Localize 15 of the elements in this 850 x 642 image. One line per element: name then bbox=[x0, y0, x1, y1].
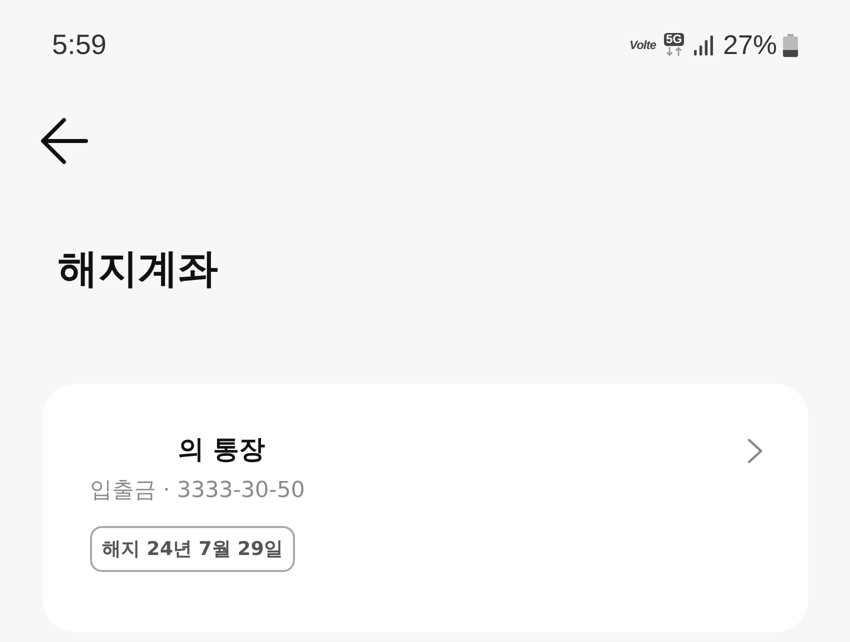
status-time: 5:59 bbox=[52, 29, 106, 61]
closed-date-tag: 해지 24년 7월 29일 bbox=[90, 526, 295, 572]
signal-bars-icon bbox=[694, 34, 713, 56]
back-arrow-icon bbox=[40, 118, 88, 164]
chevron-right-icon bbox=[747, 438, 763, 464]
account-detail: 입출금 · 3333-30-50 bbox=[90, 477, 305, 505]
network-badge: 5G bbox=[664, 32, 684, 46]
account-card[interactable]: 의 통장 입출금 · 3333-30-50 해지 24년 7월 29일 bbox=[43, 384, 808, 632]
data-arrows-icon bbox=[664, 46, 683, 56]
account-name: 의 통장 bbox=[178, 434, 266, 467]
volte-indicator: Volte bbox=[630, 38, 656, 52]
battery-percent: 27% bbox=[722, 30, 777, 60]
back-button[interactable] bbox=[40, 118, 88, 164]
page-title: 해지계좌 bbox=[58, 245, 218, 294]
battery-icon bbox=[783, 34, 798, 56]
